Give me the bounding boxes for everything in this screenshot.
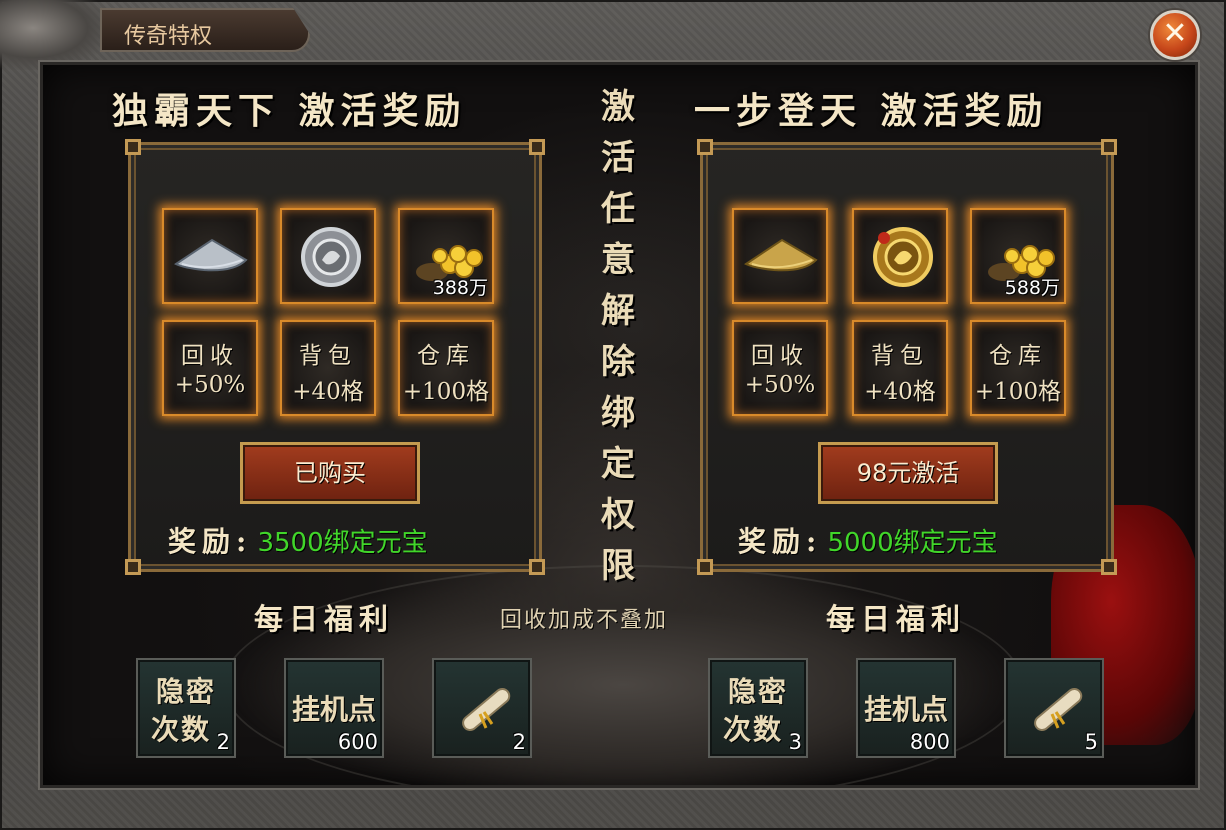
panel-title-right: 一步登天 激活奖励 xyxy=(694,90,1049,132)
coin-amount: 388万 xyxy=(432,277,488,299)
perk-label: 回收 xyxy=(181,343,239,369)
window-title-tab: 传奇特权 xyxy=(100,8,310,52)
daily-label: 次数 xyxy=(722,713,783,746)
daily-item-hidden-count[interactable]: 隐密 次数 2 xyxy=(136,658,236,758)
item-slot-medal[interactable] xyxy=(280,208,376,304)
perk-label: 仓库 xyxy=(417,343,475,369)
notice-char: 活 xyxy=(601,138,635,178)
perk-label: 背包 xyxy=(299,343,357,369)
purchased-button[interactable]: 已购买 xyxy=(240,442,420,504)
daily-item-idle-points[interactable]: 挂机点 800 xyxy=(856,658,956,758)
notice-char: 定 xyxy=(601,444,635,484)
daily-label: 隐密 xyxy=(155,675,216,708)
daily-item-scroll[interactable]: 5 xyxy=(1004,658,1104,758)
reward-row-left: 奖励: 3500绑定元宝 xyxy=(168,520,428,560)
perk-bag: 背包 +40格 xyxy=(280,320,376,416)
gold-medal-icon xyxy=(873,227,933,287)
silver-hat-icon xyxy=(174,238,248,272)
item-slot-coins[interactable]: 388万 xyxy=(398,208,494,304)
daily-item-scroll[interactable]: 2 xyxy=(432,658,532,758)
panel-title-left: 独霸天下 激活奖励 xyxy=(112,90,467,132)
notice-char: 激 xyxy=(601,87,635,127)
coin-amount: 588万 xyxy=(1004,277,1060,299)
perk-value: +50% xyxy=(744,372,816,398)
perk-recycle: 回收 +50% xyxy=(162,320,258,416)
daily-count: 2 xyxy=(512,730,526,754)
notice-char: 绑 xyxy=(601,393,635,433)
perk-recycle: 回收 +50% xyxy=(732,320,828,416)
item-slot-hat[interactable] xyxy=(732,208,828,304)
stack-note: 回收加成不叠加 xyxy=(500,608,669,633)
daily-label: 隐密 xyxy=(727,675,788,708)
gold-hat-icon xyxy=(744,238,818,272)
perk-value: +50% xyxy=(174,372,246,398)
reward-value: 5000绑定元宝 xyxy=(827,528,998,558)
notice-char: 解 xyxy=(601,291,635,331)
perk-bag: 背包 +40格 xyxy=(852,320,948,416)
reward-row-right: 奖励: 5000绑定元宝 xyxy=(738,520,998,560)
notice-char: 意 xyxy=(601,240,635,280)
window-title: 传奇特权 xyxy=(124,24,213,49)
reward-label: 奖励: xyxy=(168,525,253,558)
daily-title-right: 每日福利 xyxy=(826,602,967,636)
notice-char: 任 xyxy=(601,189,635,229)
silver-medal-icon xyxy=(301,227,361,287)
notice-char: 限 xyxy=(601,546,635,586)
daily-item-hidden-count[interactable]: 隐密 次数 3 xyxy=(708,658,808,758)
center-notice: 激 活 任 意 解 除 绑 定 权 限 xyxy=(596,82,640,592)
perk-label: 背包 xyxy=(871,343,929,369)
perk-warehouse: 仓库 +100格 xyxy=(398,320,494,416)
daily-count: 800 xyxy=(909,730,950,754)
close-button[interactable]: ✕ xyxy=(1150,10,1200,60)
perk-value: +100格 xyxy=(402,379,490,405)
daily-count: 5 xyxy=(1084,730,1098,754)
notice-char: 权 xyxy=(601,495,635,535)
daily-label: 挂机点 xyxy=(863,693,948,726)
item-slot-medal[interactable] xyxy=(852,208,948,304)
reward-label: 奖励: xyxy=(738,525,823,558)
scroll-icon xyxy=(462,687,511,731)
daily-label: 挂机点 xyxy=(291,693,376,726)
daily-title-left: 每日福利 xyxy=(254,602,395,636)
perk-label: 回收 xyxy=(751,343,809,369)
daily-item-idle-points[interactable]: 挂机点 600 xyxy=(284,658,384,758)
daily-count: 3 xyxy=(788,730,802,754)
daily-count: 600 xyxy=(337,730,378,754)
reward-value: 3500绑定元宝 xyxy=(257,528,428,558)
dragon-ornament-icon xyxy=(0,0,110,70)
notice-char: 除 xyxy=(601,342,635,382)
perk-label: 仓库 xyxy=(989,343,1047,369)
perk-value: +40格 xyxy=(292,379,364,405)
scroll-icon xyxy=(1034,687,1083,731)
daily-count: 2 xyxy=(216,730,230,754)
perk-warehouse: 仓库 +100格 xyxy=(970,320,1066,416)
perk-value: +40格 xyxy=(864,379,936,405)
item-slot-coins[interactable]: 588万 xyxy=(970,208,1066,304)
daily-label: 次数 xyxy=(150,713,211,746)
close-x-icon: ✕ xyxy=(1162,16,1188,51)
activate-button[interactable]: 98元激活 xyxy=(818,442,998,504)
perk-value: +100格 xyxy=(974,379,1062,405)
item-slot-hat[interactable] xyxy=(162,208,258,304)
